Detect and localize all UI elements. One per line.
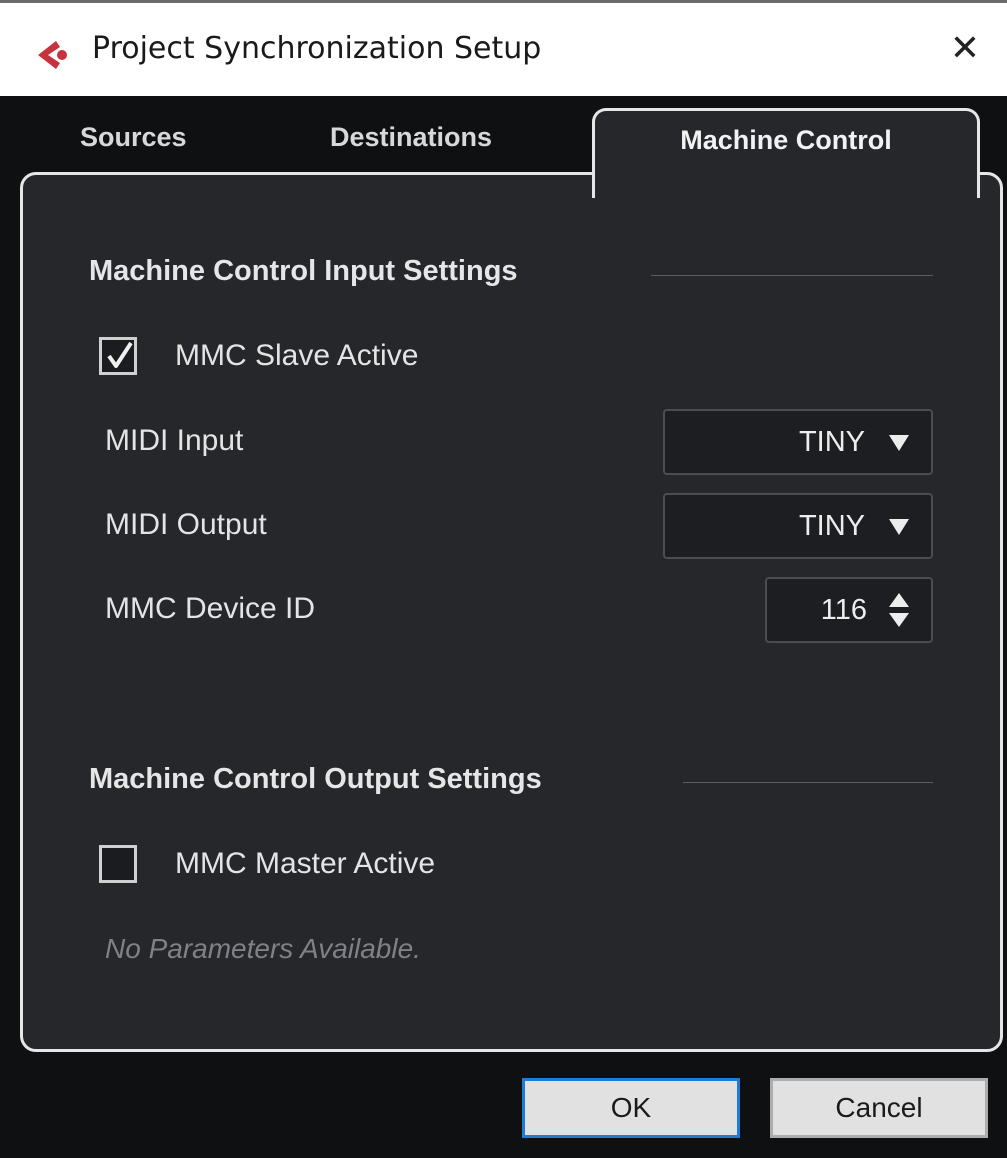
machine-control-panel: Machine Control Input Settings MMC Slave… [20, 172, 1003, 1052]
mmc-device-id-value: 116 [820, 594, 867, 626]
cubase-logo-icon [34, 39, 70, 71]
ok-button[interactable]: OK [522, 1078, 740, 1138]
mmc-slave-active-label: MMC Slave Active [175, 339, 419, 372]
tab-machine-control[interactable]: Machine Control [592, 108, 980, 198]
midi-output-dropdown[interactable]: TINY [663, 493, 933, 559]
tab-sources[interactable]: Sources [80, 122, 187, 153]
dropdown-arrow-icon [889, 435, 909, 451]
section-divider [651, 275, 933, 276]
section-divider [683, 782, 933, 783]
window-title: Project Synchronization Setup [92, 31, 542, 66]
midi-input-dropdown[interactable]: TINY [663, 409, 933, 475]
stepper-arrows-icon [889, 593, 909, 627]
output-settings-heading: Machine Control Output Settings [89, 763, 542, 795]
midi-output-label: MIDI Output [105, 508, 267, 541]
tab-strip: Sources Destinations Machine Control [0, 96, 1007, 198]
checkmark-icon [107, 341, 133, 368]
midi-input-label: MIDI Input [105, 424, 244, 457]
midi-output-value: TINY [798, 510, 865, 542]
no-parameters-note: No Parameters Available. [105, 933, 421, 964]
midi-input-value: TINY [798, 426, 865, 458]
mmc-device-id-stepper[interactable]: 116 [765, 577, 933, 643]
close-button[interactable]: ✕ [945, 29, 985, 69]
input-settings-heading: Machine Control Input Settings [89, 255, 518, 287]
mmc-master-active-checkbox[interactable] [99, 845, 137, 883]
mmc-slave-active-checkbox[interactable] [99, 337, 137, 375]
title-bar: Project Synchronization Setup ✕ [0, 0, 1007, 96]
tab-machine-control-label: Machine Control [680, 125, 892, 155]
tab-destinations[interactable]: Destinations [330, 122, 492, 153]
mmc-master-active-label: MMC Master Active [175, 847, 436, 880]
cancel-button[interactable]: Cancel [770, 1078, 988, 1138]
close-icon: ✕ [949, 28, 981, 69]
mmc-device-id-label: MMC Device ID [105, 592, 316, 625]
dropdown-arrow-icon [889, 519, 909, 535]
